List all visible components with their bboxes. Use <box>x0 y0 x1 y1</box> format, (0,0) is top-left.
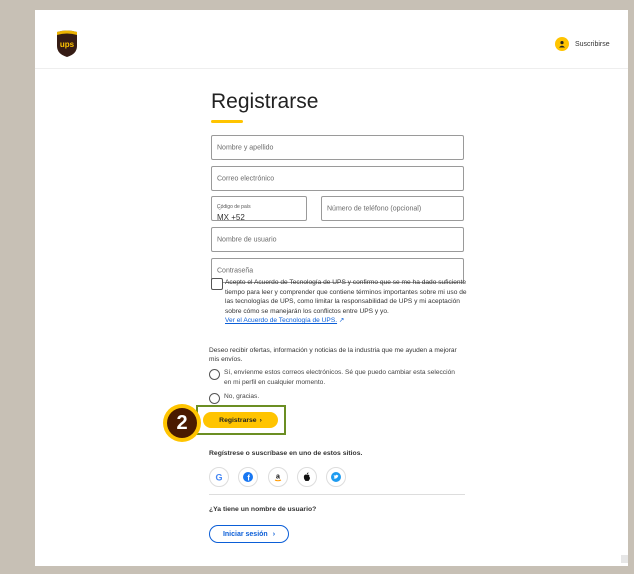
amazon-icon[interactable]: a <box>268 467 288 487</box>
ups-logo[interactable]: ups <box>55 30 79 58</box>
svg-text:f: f <box>247 474 250 482</box>
offer-yes-label: Sí, envíenme estos correos electrónicos.… <box>224 369 455 386</box>
chevron-right-icon: › <box>259 416 262 424</box>
password-placeholder: Contraseña <box>217 267 254 274</box>
chevron-right-icon: › <box>272 530 276 538</box>
apple-icon[interactable] <box>297 467 317 487</box>
offer-yes-radio[interactable] <box>209 369 220 380</box>
svg-text:G: G <box>215 472 222 482</box>
terms-link[interactable]: Ver el Acuerdo de Tecnología de UPS. <box>225 317 337 324</box>
terms-text: Acepto el Acuerdo de Tecnología de UPS y… <box>225 279 467 315</box>
offer-no-label: No, gracias. <box>224 393 260 400</box>
offers-question: Deseo recibir ofertas, información y not… <box>209 347 457 363</box>
email-field[interactable]: Correo electrónico <box>211 166 464 191</box>
name-field[interactable]: Nombre y apellido <box>211 135 464 160</box>
terms-text-block: Acepto el Acuerdo de Tecnología de UPS y… <box>225 278 473 326</box>
google-icon[interactable]: G <box>209 467 229 487</box>
register-label: Registrarse <box>219 416 257 424</box>
step-number: 2 <box>167 408 197 438</box>
twitter-icon[interactable] <box>326 467 346 487</box>
svg-text:ups: ups <box>60 40 75 49</box>
svg-text:a: a <box>276 474 280 481</box>
chevron-down-icon: ⌵ <box>217 204 223 212</box>
subscribe-label: Suscribirse <box>575 40 610 48</box>
subscribe-button[interactable]: Suscribirse <box>555 37 610 51</box>
terms-checkbox[interactable] <box>211 278 223 290</box>
login-button[interactable]: Iniciar sesión › <box>209 525 289 543</box>
divider <box>209 494 465 495</box>
title-underline <box>211 120 243 123</box>
name-placeholder: Nombre y apellido <box>217 144 274 151</box>
country-code-value: MX +52 <box>217 213 245 222</box>
username-placeholder: Nombre de usuario <box>217 236 277 243</box>
login-label: Iniciar sesión <box>222 530 268 538</box>
header-bar: ups Suscribirse <box>35 10 628 69</box>
page-frame: ups Suscribirse Registrarse Nombre y ape… <box>35 10 628 566</box>
scroll-to-top-button[interactable] <box>621 555 628 563</box>
username-field[interactable]: Nombre de usuario <box>211 227 464 252</box>
have-username-text: ¿Ya tiene un nombre de usuario? <box>209 506 317 513</box>
offer-no-radio[interactable] <box>209 393 220 404</box>
register-button[interactable]: Registrarse › <box>203 412 278 428</box>
external-link-icon: ↗ <box>338 317 345 325</box>
phone-placeholder: Número de teléfono (opcional) <box>327 205 422 212</box>
email-placeholder: Correo electrónico <box>217 175 275 182</box>
country-code-select[interactable]: Código de país MX +52 ⌵ <box>211 196 307 222</box>
step-badge: 2 <box>163 404 201 442</box>
social-heading: Regístrese o suscríbase en uno de estos … <box>209 450 363 457</box>
page-title: Registrarse <box>211 90 319 113</box>
user-icon <box>555 37 569 51</box>
phone-field[interactable]: Número de teléfono (opcional) <box>321 196 464 221</box>
facebook-icon[interactable]: f <box>238 467 258 487</box>
